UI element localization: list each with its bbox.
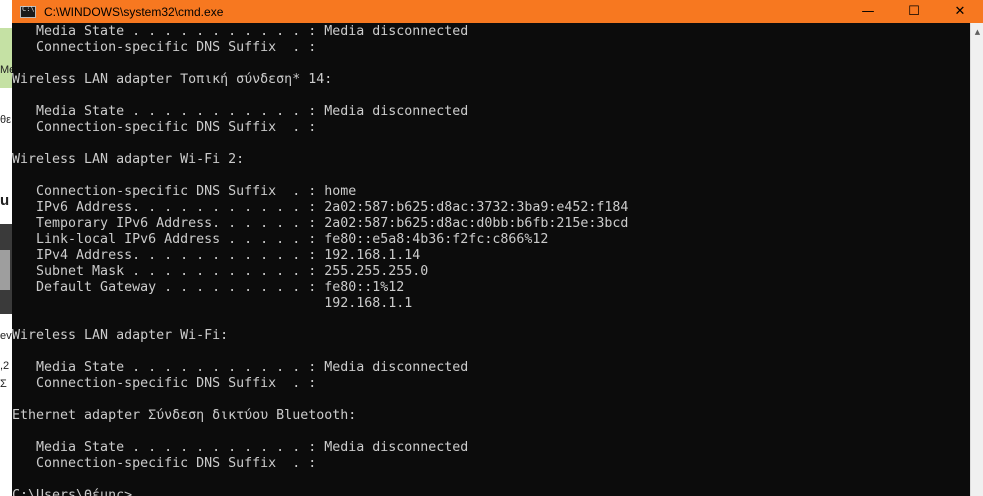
console-line: C:\Users\Θέμης>	[12, 488, 133, 496]
cmd-app-icon[interactable]	[20, 5, 36, 18]
close-button[interactable]: ✕	[937, 0, 983, 23]
console-line: Media State . . . . . . . . . . . : Medi…	[12, 440, 469, 455]
title-bar[interactable]: C:\WINDOWS\system32\cmd.exe — ☐ ✕	[12, 0, 983, 23]
console-line: Media State . . . . . . . . . . . : Medi…	[12, 24, 469, 39]
desktop-text-fragment: Σ	[0, 378, 7, 390]
console-line: Connection-specific DNS Suffix . :	[12, 120, 317, 135]
window-controls: — ☐ ✕	[845, 0, 983, 23]
scroll-track[interactable]	[971, 40, 983, 496]
desktop-text-fragment: u	[0, 192, 10, 209]
cmd-window[interactable]: C:\WINDOWS\system32\cmd.exe — ☐ ✕ Media …	[12, 0, 983, 496]
desktop-text-fragment: Me	[0, 64, 12, 76]
console-line: Wireless LAN adapter Wi-Fi:	[12, 328, 229, 343]
vertical-scrollbar[interactable]: ▲	[970, 23, 983, 496]
console-line: Wireless LAN adapter Τοπική σύνδεση* 14:	[12, 72, 333, 87]
desktop-background: Me θε u ev ,2 Σ	[0, 0, 12, 496]
console-output[interactable]: Media State . . . . . . . . . . . : Medi…	[12, 23, 970, 496]
console-line: Media State . . . . . . . . . . . : Medi…	[12, 104, 469, 119]
window-title: C:\WINDOWS\system32\cmd.exe	[44, 4, 224, 19]
desktop-text-fragment: ,2	[0, 360, 10, 372]
console-line: Connection-specific DNS Suffix . :	[12, 40, 317, 55]
console-line: Connection-specific DNS Suffix . :	[12, 376, 317, 391]
minimize-button[interactable]: —	[845, 0, 891, 23]
console-line: IPv6 Address. . . . . . . . . . . : 2a02…	[12, 200, 629, 215]
console-line: IPv4 Address. . . . . . . . . . . : 192.…	[12, 248, 421, 263]
desktop-text-fragment: θε	[0, 114, 12, 126]
console-line: Connection-specific DNS Suffix . :	[12, 456, 317, 471]
console-line: Link-local IPv6 Address . . . . . : fe80…	[12, 232, 549, 247]
console-line: Default Gateway . . . . . . . . . : fe80…	[12, 280, 405, 295]
console-line: Subnet Mask . . . . . . . . . . . : 255.…	[12, 264, 429, 279]
console-line: Ethernet adapter Σύνδεση δικτύου Bluetoo…	[12, 408, 357, 423]
maximize-button[interactable]: ☐	[891, 0, 937, 23]
console-line: Wireless LAN adapter Wi-Fi 2:	[12, 152, 245, 167]
console-line: Connection-specific DNS Suffix . : home	[12, 184, 357, 199]
console-line: Temporary IPv6 Address. . . . . . : 2a02…	[12, 216, 629, 231]
scroll-up-arrow-icon[interactable]: ▲	[971, 23, 983, 40]
desktop-thumbnail	[0, 28, 12, 88]
desktop-image	[0, 250, 10, 290]
desktop-text-fragment: ev	[0, 330, 12, 342]
console-line: 192.168.1.1	[12, 296, 413, 311]
console-line: Media State . . . . . . . . . . . : Medi…	[12, 360, 469, 375]
